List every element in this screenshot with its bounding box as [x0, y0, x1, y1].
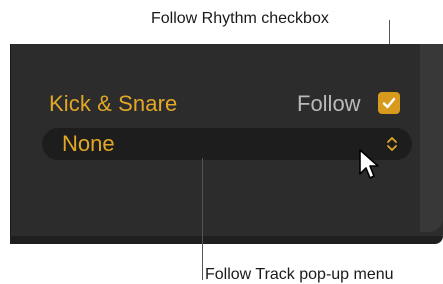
chevron-up-down-icon	[387, 137, 397, 151]
checkmark-icon	[382, 97, 396, 109]
callout-leader-follow-track	[202, 158, 203, 280]
figure-canvas: Follow Rhythm checkbox Kick & Snare Foll…	[0, 0, 443, 284]
follow-label: Follow	[297, 91, 361, 116]
panel-bottom-edge	[10, 236, 443, 244]
kick-snare-label: Kick & Snare	[49, 91, 178, 116]
callout-follow-rhythm: Follow Rhythm checkbox	[151, 10, 329, 27]
popup-selected-value: None	[62, 131, 115, 156]
mouse-pointer-icon	[359, 149, 379, 179]
follow-rhythm-checkbox[interactable]	[378, 92, 400, 114]
panel-edge	[420, 44, 443, 232]
callout-follow-track: Follow Track pop-up menu	[205, 266, 394, 283]
follow-track-popup[interactable]: None	[42, 128, 412, 160]
